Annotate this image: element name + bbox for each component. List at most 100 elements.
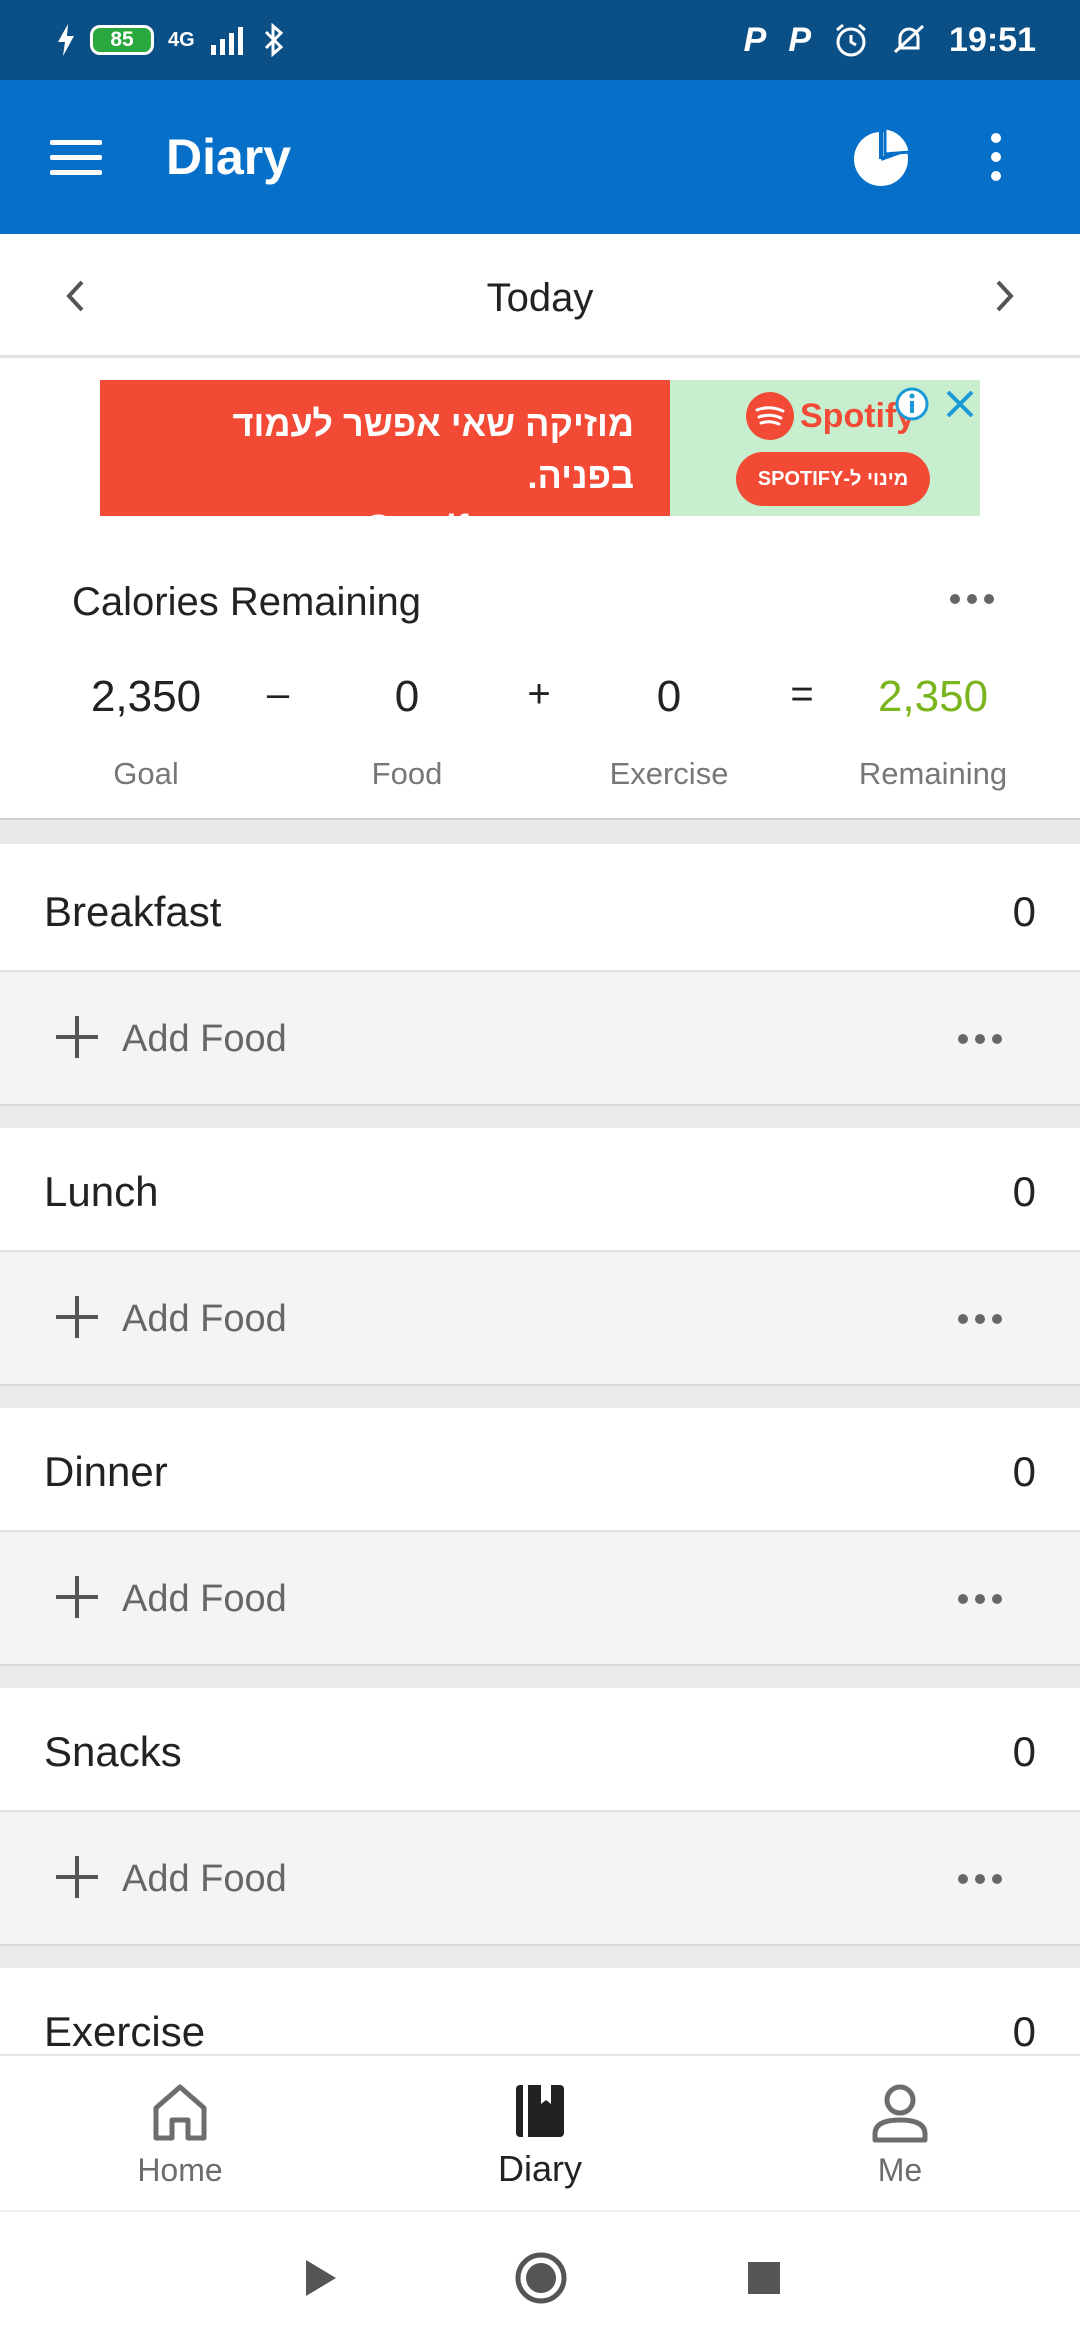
plus-icon (56, 1296, 98, 1338)
dot (992, 1034, 1002, 1044)
meal-more-button[interactable] (958, 1314, 1002, 1324)
meal-header-snacks[interactable]: Snacks 0 (0, 1688, 1080, 1812)
next-day-button[interactable] (974, 266, 1034, 326)
battery-level: 85 (110, 28, 134, 51)
nav-home[interactable]: Home (60, 2056, 300, 2212)
meal-more-button[interactable] (958, 1874, 1002, 1884)
notifications-off-icon (894, 24, 925, 54)
food-value: 0 (394, 672, 420, 721)
diary-book-icon (516, 2085, 564, 2137)
food-label: Food (371, 756, 443, 791)
meal-header-lunch[interactable]: Lunch 0 (0, 1128, 1080, 1252)
dot (958, 1594, 968, 1604)
meal-calories: 0 (1012, 1728, 1036, 1775)
signal-icon (210, 27, 243, 55)
back-button[interactable] (290, 2248, 350, 2308)
hamburger-icon-bar (50, 154, 102, 160)
recents-square-icon (748, 2262, 780, 2294)
dot (992, 1594, 1002, 1604)
ad-headline-line2: בחינם ב-Spotify. (356, 507, 634, 548)
add-food-label: Add Food (122, 1858, 287, 1900)
home-icon (153, 2084, 207, 2141)
dot (991, 133, 1001, 143)
plus-operator: + (527, 672, 551, 716)
minus-operator: – (266, 672, 290, 716)
dot (975, 1594, 985, 1604)
ad-text: מוזיקה שאי אפשר לעמוד בפניה. בחינם ב-Spo… (100, 380, 670, 548)
spotify-logo: Spotify (746, 392, 915, 440)
hamburger-icon-bar (50, 139, 102, 145)
add-food-lunch[interactable]: Add Food (0, 1252, 1080, 1386)
add-food-label: Add Food (122, 1298, 287, 1340)
section-gap (0, 1106, 1080, 1128)
system-navigation-bar (0, 2210, 1080, 2340)
plus-icon (56, 1576, 98, 1618)
battery-indicator: 85 (90, 25, 154, 55)
overflow-menu-button[interactable] (976, 124, 1016, 190)
spotify-icon (746, 392, 794, 440)
back-triangle-icon (306, 2260, 336, 2296)
ad-info-icon[interactable] (894, 386, 930, 422)
bluetooth-icon (264, 23, 283, 57)
menu-button[interactable] (40, 126, 112, 188)
plus-icon (56, 1016, 98, 1058)
recents-button[interactable] (734, 2248, 794, 2308)
meal-more-button[interactable] (958, 1034, 1002, 1044)
ad-banner[interactable]: מוזיקה שאי אפשר לעמוד בפניה. בחינם ב-Spo… (100, 380, 980, 548)
nav-me-label: Me (877, 2152, 923, 2188)
ad-headline-line1: מוזיקה שאי אפשר לעמוד בפניה. (232, 403, 634, 496)
chevron-right-icon (996, 280, 1014, 312)
hamburger-icon-bar (50, 169, 102, 175)
dot (992, 1874, 1002, 1884)
ad-brand-panel: Spotify מינוי ל-SPOTIFY (670, 380, 980, 516)
dot (975, 1314, 985, 1324)
calories-more-button[interactable] (950, 594, 994, 604)
nav-me[interactable]: Me (780, 2056, 1020, 2212)
add-food-label: Add Food (122, 1578, 287, 1620)
calories-remaining-title: Calories Remaining (72, 580, 422, 624)
dot (967, 594, 977, 604)
parking-app-icon-2: P (788, 20, 812, 59)
remaining-value: 2,350 (877, 672, 989, 721)
exercise-value: 0 (656, 672, 682, 721)
exercise-label: Exercise (609, 756, 729, 791)
add-food-snacks[interactable]: Add Food (0, 1812, 1080, 1946)
goal-value: 2,350 (90, 672, 202, 721)
nav-home-label: Home (137, 2152, 223, 2188)
meal-header-exercise[interactable]: Exercise 0 (0, 1968, 1080, 2054)
dot (958, 1874, 968, 1884)
meal-calories: 0 (1012, 888, 1036, 935)
page-title: Diary (166, 129, 292, 185)
network-type: 4G (168, 28, 195, 51)
add-food-breakfast[interactable]: Add Food (0, 972, 1080, 1106)
meal-name: Breakfast (44, 888, 222, 935)
meal-header-breakfast[interactable]: Breakfast 0 (0, 848, 1080, 972)
dot (975, 1034, 985, 1044)
nutrition-chart-icon[interactable] (848, 124, 914, 190)
profile-icon (872, 2084, 928, 2143)
ad-cta-button[interactable]: מינוי ל-SPOTIFY (736, 452, 930, 506)
status-bar: 85 4G P P 19:51 (0, 0, 1080, 80)
meal-more-button[interactable] (958, 1594, 1002, 1604)
add-food-label: Add Food (122, 1018, 287, 1060)
current-date[interactable]: Today (0, 276, 1080, 321)
goal-label: Goal (113, 756, 179, 791)
charging-icon (58, 24, 74, 56)
section-gap (0, 1386, 1080, 1408)
dot (992, 1314, 1002, 1324)
home-system-button[interactable] (511, 2248, 571, 2308)
meal-header-dinner[interactable]: Dinner 0 (0, 1408, 1080, 1532)
meal-calories: 0 (1012, 1168, 1036, 1215)
dot (958, 1034, 968, 1044)
bottom-navigation: Home Diary Me (0, 2054, 1080, 2210)
section-gap (0, 1666, 1080, 1688)
app-bar: Diary (0, 80, 1080, 234)
dot (991, 171, 1001, 181)
ad-close-icon[interactable] (942, 386, 978, 422)
add-food-dinner[interactable]: Add Food (0, 1532, 1080, 1666)
nav-diary[interactable]: Diary (420, 2056, 660, 2212)
dot (958, 1314, 968, 1324)
nav-diary-label: Diary (497, 2148, 582, 2189)
meal-name: Lunch (44, 1168, 159, 1215)
equals-operator: = (790, 672, 814, 716)
